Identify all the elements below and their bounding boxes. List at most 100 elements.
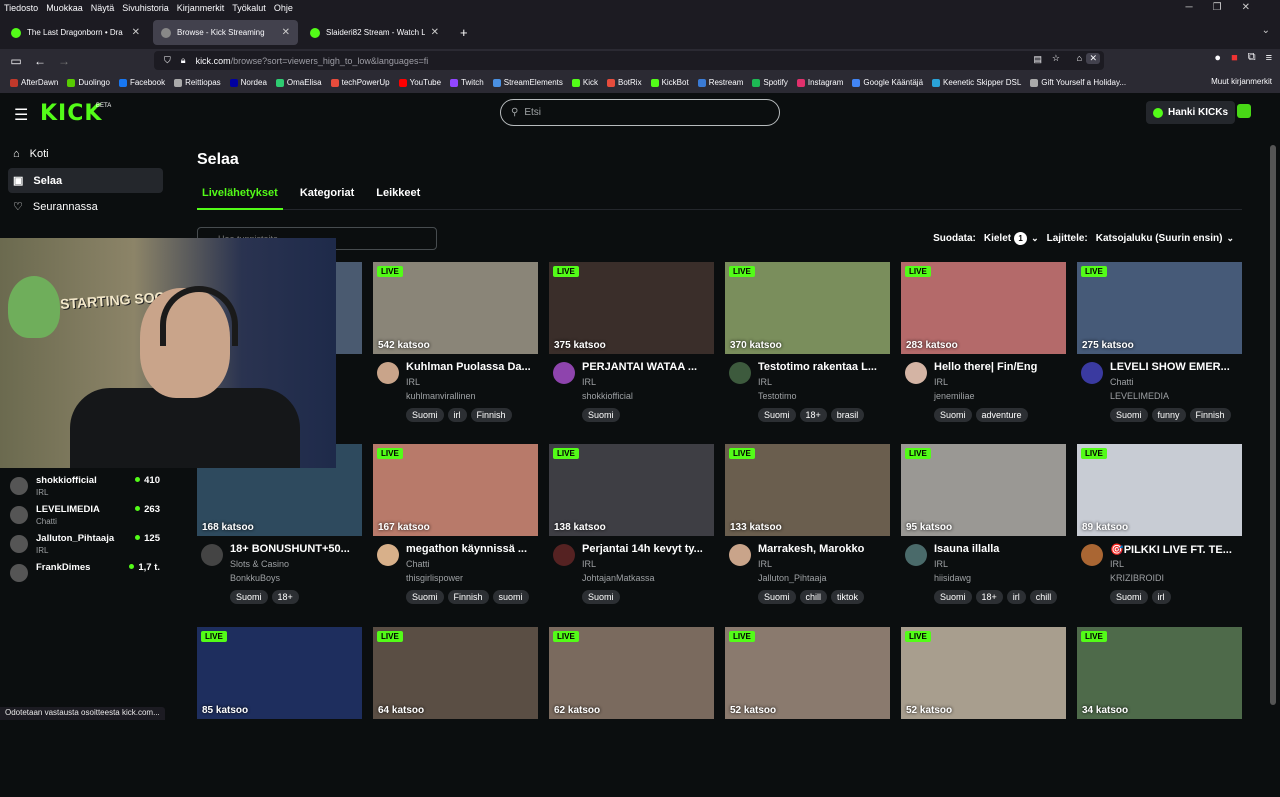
menu-item[interactable]: Ohje (274, 3, 293, 13)
stream-card[interactable]: LIVE 138 katsoo Perjantai 14h kevyt ty... I… (549, 444, 714, 614)
bookmark-item[interactable]: Duolingo (67, 78, 110, 87)
stream-thumbnail[interactable]: LIVE 283 katsoo (901, 262, 1066, 354)
stream-category[interactable]: IRL (758, 559, 772, 569)
close-tab-icon[interactable]: ✕ (126, 27, 140, 38)
lock-icon[interactable]: 🔒︎ (181, 55, 186, 66)
shield-icon[interactable]: ⛉ (164, 55, 171, 66)
avatar[interactable] (201, 544, 223, 566)
tag-chip[interactable]: Suomi (406, 590, 444, 604)
bookmark-star-icon[interactable]: ☆ (1052, 53, 1060, 64)
tab-list-chevron-icon[interactable]: ⌄ (1262, 25, 1270, 36)
sidebar-channel[interactable]: LEVELIMEDIA Chatti 263 (10, 502, 160, 531)
stream-title[interactable]: Kuhlman Puolassa Da... (406, 361, 536, 373)
stream-title[interactable]: Marrakesh, Marokko (758, 543, 888, 555)
stream-title[interactable]: Testotimo rakentaa L... (758, 361, 888, 373)
stream-card[interactable]: LIVE 542 katsoo Kuhlman Puolassa Da... IRL k… (373, 262, 538, 432)
browser-tab[interactable]: The Last Dragonborn • Dra ✕ (3, 20, 148, 45)
avatar[interactable] (905, 362, 927, 384)
stream-username[interactable]: BonkkuBoys (230, 573, 280, 583)
stream-username[interactable]: LEVELIMEDIA (1110, 391, 1169, 401)
stream-title[interactable]: Perjantai 14h kevyt ty... (582, 543, 712, 555)
menu-item[interactable]: Sivuhistoria (122, 3, 169, 13)
bookmark-item[interactable]: BotRix (607, 78, 642, 87)
sidebar-channel[interactable]: FrankDimes 1,7 t. (10, 560, 160, 589)
stream-card[interactable]: LIVE 64 katsoo (373, 627, 538, 797)
stream-title[interactable]: 🎯PILKKI LIVE FT. TE... (1110, 543, 1240, 556)
tag-chip[interactable]: brasil (830, 408, 865, 422)
bookmark-item[interactable]: Twitch (450, 78, 484, 87)
stream-username[interactable]: Testotimo (758, 391, 797, 401)
avatar[interactable] (553, 362, 575, 384)
languages-dropdown[interactable]: Kielet 1 ⌄ (984, 232, 1039, 245)
bookmark-item[interactable]: StreamElements (492, 78, 563, 87)
avatar[interactable] (1081, 544, 1103, 566)
stream-thumbnail[interactable]: LIVE 89 katsoo (1077, 444, 1242, 536)
tag-chip[interactable]: Suomi (582, 408, 620, 422)
stream-category[interactable]: IRL (1110, 559, 1124, 569)
tag-chip[interactable]: Suomi (582, 590, 620, 604)
stream-title[interactable]: PERJANTAI WATAA ... (582, 361, 712, 373)
gift-icon[interactable] (1237, 104, 1251, 118)
stream-thumbnail[interactable]: LIVE 375 katsoo (549, 262, 714, 354)
stream-thumbnail[interactable]: LIVE 95 katsoo (901, 444, 1066, 536)
bookmark-item[interactable]: YouTube (398, 78, 441, 87)
stream-thumbnail[interactable]: LIVE 133 katsoo (725, 444, 890, 536)
other-bookmarks[interactable]: Muut kirjanmerkit (1211, 77, 1272, 86)
stop-loading-icon[interactable]: ✕ (1086, 53, 1100, 64)
bookmark-item[interactable]: Keenetic Skipper DSL (932, 78, 1021, 87)
tag-chip[interactable]: 18+ (799, 408, 827, 422)
stream-thumbnail[interactable]: LIVE 52 katsoo (901, 627, 1066, 719)
stream-card[interactable]: LIVE 95 katsoo Isauna illalla IRL hiisidawg S… (901, 444, 1066, 614)
tag-chip[interactable]: Suomi (934, 408, 972, 422)
restore-icon[interactable]: ❐ (1213, 2, 1222, 13)
tab-clips[interactable]: Leikkeet (371, 185, 425, 210)
stream-card[interactable]: LIVE 85 katsoo (197, 627, 362, 797)
avatar[interactable] (729, 362, 751, 384)
stream-title[interactable]: 18+ BONUSHUNT+50... (230, 543, 360, 555)
minimize-icon[interactable]: ─ (1186, 2, 1193, 13)
tag-chip[interactable]: Suomi (1110, 590, 1148, 604)
get-kicks-button[interactable]: Hanki KICKs (1146, 101, 1236, 124)
bookmark-item[interactable]: Instagram (796, 78, 843, 87)
bookmark-item[interactable]: AfterDawn (10, 78, 58, 87)
home-icon[interactable]: ⌂ (1077, 53, 1082, 63)
tag-chip[interactable]: 18+ (271, 590, 299, 604)
tag-chip[interactable]: Suomi (934, 590, 972, 604)
stream-thumbnail[interactable]: LIVE 542 katsoo (373, 262, 538, 354)
sidebar-channel[interactable]: shokkiofficial IRL 410 (10, 473, 160, 502)
tag-chip[interactable]: 18+ (975, 590, 1003, 604)
stream-card[interactable]: LIVE 133 katsoo Marrakesh, Marokko IRL Jallu… (725, 444, 890, 614)
stream-category[interactable]: IRL (582, 377, 596, 387)
close-tab-icon[interactable]: ✕ (425, 27, 439, 38)
tag-chip[interactable]: adventure (975, 408, 1028, 422)
extension-icon[interactable]: ■ (1231, 52, 1238, 64)
bookmark-item[interactable]: Spotify (752, 78, 788, 87)
reader-view-icon[interactable]: ▤ (1033, 54, 1042, 65)
extensions-puzzle-icon[interactable]: ⧉ (1248, 51, 1256, 64)
avatar[interactable] (377, 362, 399, 384)
stream-thumbnail[interactable]: LIVE 370 katsoo (725, 262, 890, 354)
stream-category[interactable]: Slots & Casino (230, 559, 289, 569)
stream-title[interactable]: megathon käynnissä ... (406, 543, 536, 555)
bookmark-item[interactable]: OmaElisa (275, 78, 322, 87)
stream-username[interactable]: KRIZIBROIDI (1110, 573, 1164, 583)
bookmark-item[interactable]: Facebook (118, 78, 165, 87)
kick-logo[interactable]: KICK (40, 101, 102, 126)
stream-username[interactable]: Jalluton_Pihtaaja (758, 573, 827, 583)
menu-item[interactable]: Kirjanmerkit (177, 3, 225, 13)
stream-card[interactable]: LIVE 283 katsoo Hello there| Fin/Eng IRL jen… (901, 262, 1066, 432)
menu-item[interactable]: Tiedosto (4, 3, 38, 13)
app-menu-icon[interactable]: ≡ (1266, 52, 1272, 64)
sidenav-item-following[interactable]: ♡ Seurannassa (8, 194, 163, 219)
tag-chip[interactable]: irl (1006, 590, 1026, 604)
stream-username[interactable]: JohtajanMatkassa (582, 573, 655, 583)
tag-chip[interactable]: Suomi (758, 590, 796, 604)
menu-item[interactable]: Työkalut (232, 3, 266, 13)
stream-thumbnail[interactable]: LIVE 85 katsoo (197, 627, 362, 719)
browser-tab[interactable]: Slaideri82 Stream - Watch L ✕ (302, 20, 447, 45)
tag-chip[interactable]: Finnish (447, 590, 489, 604)
avatar[interactable] (1081, 362, 1103, 384)
bookmark-item[interactable]: Restream (697, 78, 743, 87)
tab-categories[interactable]: Kategoriat (295, 185, 359, 210)
tag-chip[interactable]: chill (1029, 590, 1058, 604)
